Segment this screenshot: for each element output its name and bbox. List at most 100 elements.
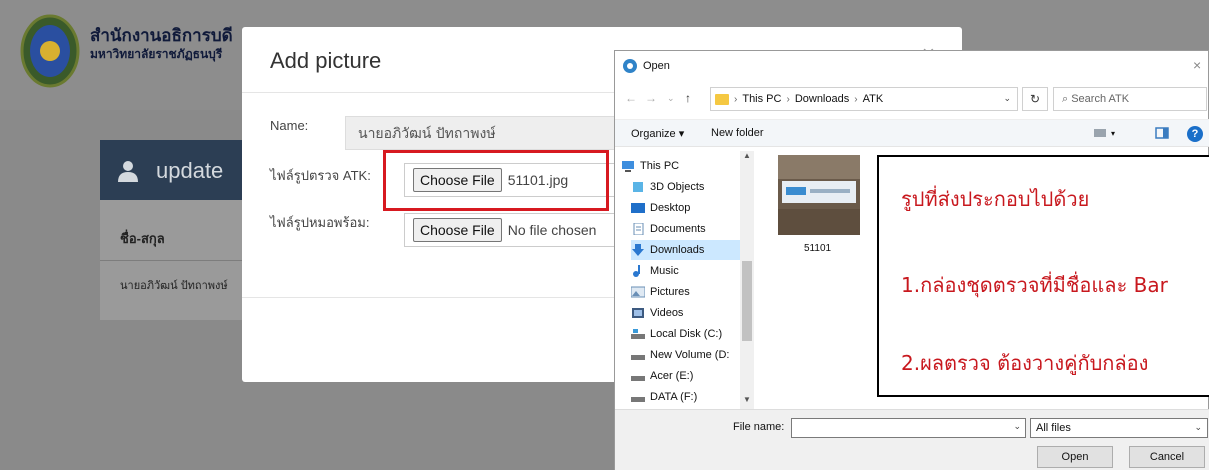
- nav-item-acer-e[interactable]: Acer (E:): [631, 366, 751, 386]
- nav-item-data-f[interactable]: DATA (F:): [631, 387, 751, 407]
- nav-label: 3D Objects: [650, 181, 705, 193]
- mask-choose-file-button[interactable]: Choose File: [413, 218, 502, 242]
- chevron-right-icon: ›: [786, 93, 790, 105]
- music-icon: [633, 265, 640, 277]
- file-name-input[interactable]: ⌄: [791, 418, 1026, 438]
- mask-file-label: ไฟล์รูปหมอพร้อม:: [270, 215, 370, 230]
- file-type-value: All files: [1036, 422, 1071, 434]
- view-options-icon[interactable]: [1093, 127, 1107, 139]
- nav-item-new-volume-d[interactable]: New Volume (D:: [631, 345, 751, 365]
- help-icon[interactable]: ?: [1187, 126, 1203, 142]
- note-line-2: 1.กล่องชุดตรวจที่มีชื่อและ Bar: [901, 273, 1168, 297]
- nav-item-videos[interactable]: Videos: [631, 303, 751, 323]
- view-dropdown-icon[interactable]: ▾: [1111, 129, 1115, 138]
- nav-label: This PC: [640, 160, 680, 172]
- chrome-icon: [623, 59, 637, 73]
- chevron-down-icon[interactable]: ⌄: [1194, 422, 1202, 433]
- scrollbar-thumb[interactable]: [742, 261, 752, 341]
- file-name-field-label: File name:: [733, 421, 785, 433]
- forward-arrow-icon[interactable]: →: [645, 91, 657, 105]
- scroll-down-icon[interactable]: ▼: [743, 395, 751, 404]
- nav-item-this-pc[interactable]: This PC: [621, 156, 741, 176]
- chevron-right-icon: ›: [854, 93, 858, 105]
- breadcrumb-atk[interactable]: ATK: [863, 93, 884, 105]
- mask-file-name: No file chosen: [507, 222, 597, 238]
- chevron-down-icon[interactable]: ⌄: [1013, 421, 1021, 432]
- nav-label: Videos: [650, 307, 684, 319]
- recent-dropdown-icon[interactable]: ⌄: [667, 93, 675, 104]
- dialog-titlebar: Open ×: [615, 51, 1209, 81]
- nav-label: Pictures: [650, 286, 690, 298]
- nav-item-3d-objects[interactable]: 3D Objects: [631, 177, 751, 197]
- search-icon: ⌕: [1062, 93, 1072, 105]
- nav-label: Desktop: [650, 202, 691, 214]
- nav-item-desktop[interactable]: Desktop: [631, 198, 751, 218]
- address-bar[interactable]: › This PC › Downloads › ATK ⌄: [710, 87, 1018, 111]
- card-title: update: [156, 158, 224, 183]
- dialog-footer: File name: ⌄ All files ⌄ Open Cancel: [615, 409, 1209, 470]
- name-label: Name:: [270, 118, 309, 133]
- user-icon: [118, 161, 138, 182]
- address-dropdown-icon[interactable]: ⌄: [1003, 93, 1011, 104]
- modal-title: Add picture: [270, 48, 382, 73]
- chevron-right-icon: ›: [734, 93, 738, 105]
- column-header-name: ชื่อ-สกุล: [120, 231, 165, 246]
- dialog-title: Open: [643, 60, 670, 72]
- search-input[interactable]: ⌕ Search ATK: [1053, 87, 1207, 111]
- download-icon: [632, 244, 644, 256]
- disk-icon: [631, 329, 645, 339]
- scroll-up-icon[interactable]: ▲: [743, 151, 751, 160]
- documents-icon: [633, 223, 644, 235]
- org-name-line2: มหาวิทยาลัยราชภัฏธนบุรี: [90, 47, 223, 61]
- nav-label: Local Disk (C:): [650, 328, 723, 340]
- nav-label: New Volume (D:: [650, 349, 730, 361]
- refresh-button[interactable]: ↻: [1022, 87, 1048, 111]
- name-field[interactable]: นายอภิวัฒน์ ปัทถาพงษ์: [345, 116, 645, 150]
- nav-label: Documents: [650, 223, 706, 235]
- drive-icon: [631, 376, 645, 381]
- note-line-1: รูปที่ส่งประกอบไปด้วย: [901, 187, 1090, 211]
- navigation-pane: This PC 3D Objects Desktop Documents Dow…: [615, 151, 755, 406]
- org-name-line1: สำนักงานอธิการบดี: [90, 26, 233, 45]
- pictures-icon: [631, 286, 645, 298]
- table-row: นายอภิวัฒน์ ปัทถาพงษ์: [120, 280, 228, 292]
- atk-file-label: ไฟล์รูปตรวจ ATK:: [270, 168, 371, 183]
- cube-icon: [633, 182, 643, 192]
- nav-item-documents[interactable]: Documents: [631, 219, 751, 239]
- nav-label: Downloads: [650, 244, 705, 256]
- file-type-select[interactable]: All files ⌄: [1030, 418, 1208, 438]
- highlight-box: [383, 150, 609, 211]
- search-placeholder: Search ATK: [1071, 93, 1130, 105]
- nav-item-music[interactable]: Music: [631, 261, 751, 281]
- desktop-icon: [631, 203, 645, 213]
- dialog-toolbar: Organize ▾ New folder ▾ ?: [615, 119, 1209, 147]
- nav-item-local-disk-c[interactable]: Local Disk (C:): [631, 324, 751, 344]
- nav-label: Music: [650, 265, 679, 277]
- cancel-button[interactable]: Cancel: [1129, 446, 1205, 468]
- university-logo-icon: [20, 14, 80, 88]
- instruction-note: รูปที่ส่งประกอบไปด้วย 1.กล่องชุดตรวจที่ม…: [877, 155, 1209, 397]
- drive-icon: [631, 355, 645, 360]
- file-name-label: 51101: [804, 243, 832, 254]
- preview-pane-icon[interactable]: [1155, 127, 1169, 139]
- breadcrumb-this-pc[interactable]: This PC: [742, 93, 781, 105]
- folder-icon: [715, 93, 729, 105]
- pc-icon: [622, 161, 634, 172]
- note-line-3: 2.ผลตรวจ ต้องวางคู่กับกล่อง: [901, 351, 1149, 375]
- navigation-scrollbar[interactable]: ▲ ▼: [740, 151, 754, 409]
- address-bar-row: ← → ⌄ ↑ › This PC › Downloads › ATK ⌄ ↻ …: [615, 87, 1209, 113]
- nav-item-downloads[interactable]: Downloads: [631, 240, 751, 260]
- drive-icon: [631, 397, 645, 402]
- breadcrumb-downloads[interactable]: Downloads: [795, 93, 849, 105]
- dialog-close-button[interactable]: ×: [1193, 57, 1201, 73]
- nav-label: DATA (F:): [650, 391, 698, 403]
- new-folder-button[interactable]: New folder: [711, 127, 764, 139]
- org-name: สำนักงานอธิการบดี มหาวิทยาลัยราชภัฏธนบุร…: [90, 26, 233, 62]
- file-thumbnail-51101[interactable]: [778, 155, 860, 235]
- back-arrow-icon[interactable]: ←: [625, 91, 637, 105]
- open-button[interactable]: Open: [1037, 446, 1113, 468]
- up-arrow-icon[interactable]: ↑: [685, 91, 691, 105]
- organize-button[interactable]: Organize ▾: [631, 127, 684, 140]
- nav-item-pictures[interactable]: Pictures: [631, 282, 751, 302]
- nav-label: Acer (E:): [650, 370, 694, 382]
